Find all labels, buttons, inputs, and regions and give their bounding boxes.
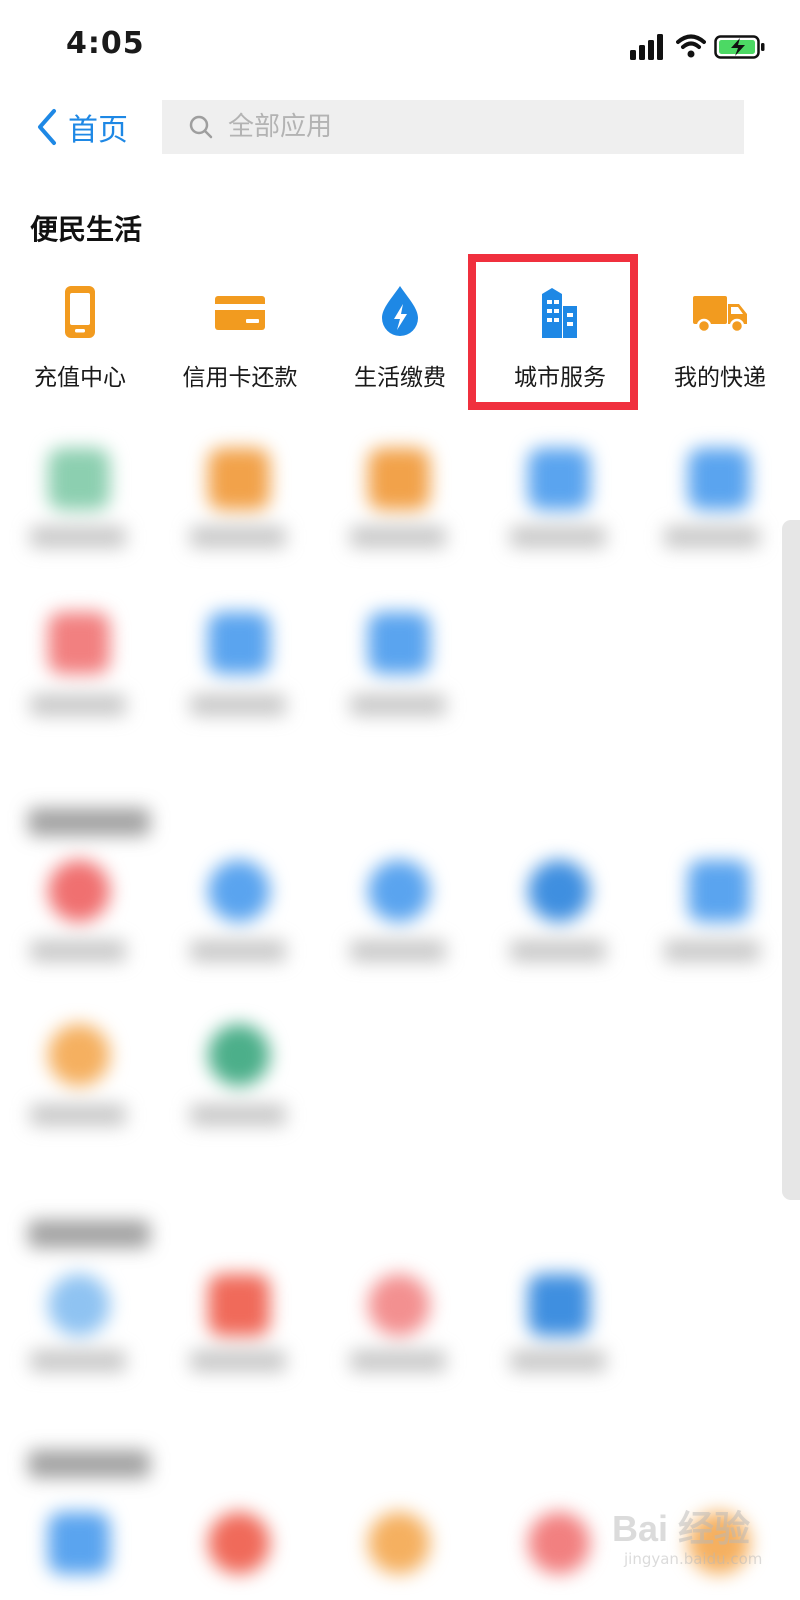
blurred-app-icon	[208, 1274, 270, 1336]
blurred-app-label	[190, 526, 286, 548]
chevron-left-icon	[38, 109, 56, 145]
water-bolt-icon	[382, 286, 418, 336]
blurred-app-icon	[208, 1512, 270, 1574]
blurred-app-icon	[208, 612, 270, 674]
blurred-app-icon	[208, 448, 270, 510]
blurred-section-title	[28, 1220, 150, 1248]
blurred-app-icon	[528, 448, 590, 510]
cellular-signal-icon	[630, 34, 663, 60]
blurred-app-icon	[368, 1512, 430, 1574]
blurred-app-label	[510, 526, 606, 548]
blurred-section-title	[28, 808, 150, 836]
blurred-app-icon	[368, 448, 430, 510]
blurred-app-icon	[48, 1512, 110, 1574]
app-label: 信用卡还款	[182, 365, 298, 391]
app-label: 我的快递	[674, 365, 766, 391]
app-recharge-center[interactable]: 充值中心	[0, 282, 160, 392]
blurred-app-icon	[368, 612, 430, 674]
blurred-app-icon	[688, 448, 750, 510]
blurred-app-icon	[48, 1274, 110, 1336]
blurred-app-icon	[528, 1274, 590, 1336]
back-button[interactable]: 首页	[34, 102, 128, 152]
blurred-app-label	[350, 940, 446, 962]
blurred-app-label	[664, 526, 760, 548]
blurred-app-icon	[528, 1512, 590, 1574]
header-bar: 首页	[0, 96, 800, 160]
blurred-content	[0, 420, 800, 1600]
blurred-app-icon	[48, 1024, 110, 1086]
blurred-app-label	[664, 940, 760, 962]
search-icon	[189, 115, 213, 139]
blurred-app-label	[190, 1104, 286, 1126]
blurred-app-icon	[208, 860, 270, 922]
delivery-truck-icon	[693, 296, 747, 334]
blurred-app-label	[350, 694, 446, 716]
search-box[interactable]	[162, 100, 744, 154]
blurred-app-label	[190, 694, 286, 716]
search-input[interactable]	[226, 111, 710, 143]
watermark-domain: jingyan.baidu.com	[624, 1550, 763, 1568]
blurred-app-label	[350, 1350, 446, 1372]
status-time: 4:05	[66, 26, 145, 61]
blurred-app-label	[30, 940, 126, 962]
app-label: 生活缴费	[354, 365, 446, 391]
blurred-app-label	[30, 1350, 126, 1372]
phone-icon	[65, 286, 95, 338]
back-label: 首页	[68, 113, 128, 148]
section-title-convenience: 便民生活	[30, 213, 143, 246]
blurred-app-icon	[368, 860, 430, 922]
baidu-jingyan-watermark: Bai 经验 jingyan.baidu.com	[612, 1500, 792, 1590]
blurred-section-title	[28, 1450, 150, 1478]
blurred-app-label	[350, 526, 446, 548]
blurred-app-label	[190, 940, 286, 962]
blurred-app-icon	[48, 612, 110, 674]
blurred-app-icon	[48, 860, 110, 922]
blurred-app-label	[510, 940, 606, 962]
blurred-app-label	[30, 694, 126, 716]
wifi-icon	[676, 34, 706, 58]
blurred-app-label	[190, 1350, 286, 1372]
battery-charging-icon	[714, 35, 765, 59]
app-credit-card-repay[interactable]: 信用卡还款	[160, 282, 320, 392]
blurred-app-icon	[528, 860, 590, 922]
blurred-app-icon	[368, 1274, 430, 1336]
apps-row: 充值中心 信用卡还款 生活缴费 城市服务 我的快递	[0, 282, 800, 392]
blurred-app-label	[510, 1350, 606, 1372]
app-label: 充值中心	[34, 365, 126, 391]
app-my-delivery[interactable]: 我的快递	[640, 282, 800, 392]
watermark-brand: Bai 经验	[612, 1508, 751, 1549]
highlight-annotation-box	[468, 254, 638, 410]
credit-card-icon	[215, 296, 265, 330]
status-bar: 4:05	[0, 0, 800, 90]
blurred-app-label	[30, 526, 126, 548]
scrollbar[interactable]	[782, 520, 800, 1200]
app-utility-payment[interactable]: 生活缴费	[320, 282, 480, 392]
blurred-app-icon	[688, 860, 750, 922]
blurred-app-icon	[208, 1024, 270, 1086]
blurred-app-label	[30, 1104, 126, 1126]
blurred-app-icon	[48, 448, 110, 510]
